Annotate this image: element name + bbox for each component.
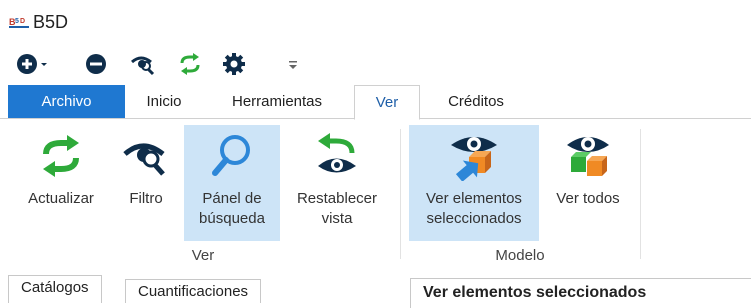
- tab-herramientas[interactable]: Herramientas: [218, 85, 336, 119]
- ver-elementos-label-line2: seleccionados: [426, 210, 522, 227]
- filtro-button[interactable]: Filtro: [116, 125, 176, 241]
- eye-filter-icon: [131, 56, 155, 76]
- eye-selected-icon: [451, 137, 497, 181]
- add-circle-dropdown-icon: [17, 54, 47, 74]
- refresh-icon: [43, 135, 79, 177]
- svg-text:D: D: [20, 18, 25, 25]
- ver-todos-label: Ver todos: [556, 190, 620, 207]
- refresh-quick-button[interactable]: [178, 52, 202, 76]
- group-separator: [400, 129, 401, 259]
- restablecer-label-line2: vista: [321, 210, 353, 227]
- add-button[interactable]: [16, 52, 50, 76]
- magnifier-icon: [212, 135, 250, 176]
- app-logo-icon: B 5 D: [9, 14, 29, 30]
- ribbon-tab-bar: Archivo Inicio Herramientas Ver Créditos: [0, 85, 751, 120]
- eye-all-icon: [567, 137, 609, 176]
- group-separator-end: [640, 129, 641, 259]
- customize-toolbar-button[interactable]: [287, 52, 299, 76]
- title-bar: B 5 D B5D: [0, 0, 751, 42]
- quick-access-toolbar: [0, 44, 751, 84]
- tab-ver[interactable]: Ver: [354, 85, 420, 120]
- restablecer-vista-button[interactable]: Restablecer vista: [286, 125, 388, 241]
- bottom-panels: Catálogos Cuantificaciones Ver elementos…: [0, 269, 751, 308]
- actualizar-label: Actualizar: [28, 190, 94, 207]
- tab-archivo[interactable]: Archivo: [8, 85, 125, 119]
- remove-button[interactable]: [84, 52, 108, 76]
- eye-filter-icon: [123, 143, 165, 176]
- panel-busqueda-label-line1: Pánel de: [202, 190, 262, 207]
- panel-busqueda-label-line2: búsqueda: [199, 210, 265, 227]
- app-title: B5D: [33, 12, 69, 32]
- ribbon-panel: Actualizar Filtro Pánel de búsqueda Rest…: [0, 119, 751, 269]
- remove-circle-icon: [86, 54, 106, 74]
- filtro-label: Filtro: [129, 190, 163, 207]
- tab-inicio[interactable]: Inicio: [138, 85, 190, 119]
- actualizar-button[interactable]: Actualizar: [16, 125, 106, 241]
- gear-icon: [223, 53, 245, 75]
- ver-elementos-seleccionados-button[interactable]: Ver elementos seleccionados: [409, 125, 539, 241]
- customize-dropdown-icon: [289, 61, 297, 69]
- reset-view-icon: [318, 133, 356, 173]
- restablecer-label-line1: Restablecer: [296, 190, 378, 207]
- svg-text:5: 5: [15, 18, 19, 25]
- tab-cuantificaciones[interactable]: Cuantificaciones: [125, 279, 262, 303]
- settings-quick-button[interactable]: [222, 52, 246, 76]
- refresh-icon: [180, 53, 200, 75]
- group-label-ver: Ver: [191, 247, 215, 264]
- group-label-modelo: Modelo: [495, 247, 545, 264]
- tab-catalogos[interactable]: Catálogos: [8, 275, 102, 303]
- ver-todos-button[interactable]: Ver todos: [545, 125, 631, 241]
- ver-elementos-label-line1: Ver elementos: [426, 190, 522, 207]
- tab-creditos[interactable]: Créditos: [436, 85, 516, 119]
- filter-quick-button[interactable]: [131, 52, 157, 76]
- panel-busqueda-button[interactable]: Pánel de búsqueda: [184, 125, 280, 241]
- panel-title: Ver elementos seleccionados: [410, 278, 751, 308]
